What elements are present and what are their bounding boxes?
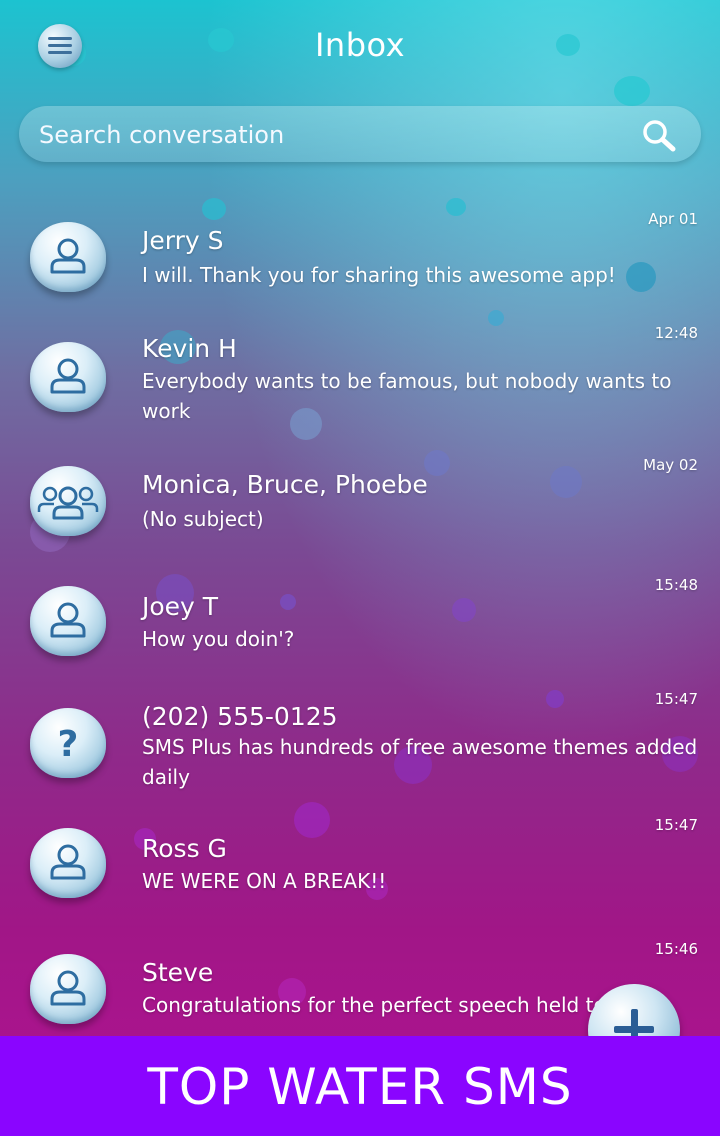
timestamp: Apr 01 [648, 210, 698, 228]
avatar [30, 954, 106, 1024]
timestamp: 15:47 [654, 690, 698, 708]
contact-name: Kevin H [142, 334, 237, 363]
timestamp: May 02 [643, 456, 698, 474]
search-icon [643, 120, 676, 152]
search-button[interactable] [641, 118, 677, 152]
promo-banner: TOP WATER SMS [0, 1036, 720, 1136]
person-icon [50, 844, 86, 880]
page-title: Inbox [314, 26, 406, 64]
message-preview: Congratulations for the perfect speech h… [142, 993, 606, 1017]
contact-name: Joey T [142, 592, 219, 621]
inbox-screen: Inbox Apr 01 Jerry S I will. Thank you f… [0, 0, 720, 1136]
timestamp: 15:48 [654, 576, 698, 594]
conversation-item[interactable]: Apr 01 Jerry S I will. Thank you for sha… [0, 196, 720, 314]
person-icon [50, 602, 86, 638]
contact-name: (202) 555-0125 [142, 702, 338, 731]
conversation-item[interactable]: 12:48 Kevin H Everybody wants to be famo… [0, 316, 720, 440]
person-icon [50, 358, 86, 394]
timestamp: 15:47 [654, 816, 698, 834]
avatar [30, 828, 106, 898]
app-header: Inbox [0, 0, 720, 96]
conversation-item[interactable]: 15:48 Joey T How you doin'? [0, 568, 720, 682]
search-input[interactable] [37, 114, 621, 156]
timestamp: 12:48 [654, 324, 698, 342]
avatar [30, 466, 106, 536]
contact-name: Ross G [142, 834, 227, 863]
avatar [30, 342, 106, 412]
contact-name: Monica, Bruce, Phoebe [142, 470, 428, 499]
group-icon [37, 486, 99, 520]
contact-name: Steve [142, 958, 214, 987]
avatar [30, 222, 106, 292]
conversation-item[interactable]: May 02 Monica, Bruce, Phoebe (No subject… [0, 446, 720, 564]
message-preview: SMS Plus has hundreds of free awesome th… [142, 735, 698, 789]
search-bar [19, 106, 701, 162]
svg-text:?: ? [58, 724, 79, 765]
unknown-contact-icon: ? [58, 724, 79, 765]
contact-name: Jerry S [142, 226, 224, 255]
message-preview: How you doin'? [142, 627, 295, 651]
promo-text: TOP WATER SMS [147, 1058, 573, 1116]
message-preview: WE WERE ON A BREAK!! [142, 869, 387, 893]
message-preview: I will. Thank you for sharing this aweso… [142, 263, 616, 287]
person-icon [50, 970, 86, 1006]
conversation-item[interactable]: ? 15:47 (202) 555-0125 SMS Plus has hund… [0, 686, 720, 816]
person-icon [50, 238, 86, 274]
avatar: ? [30, 708, 106, 778]
conversation-item[interactable]: 15:47 Ross G WE WERE ON A BREAK!! [0, 816, 720, 942]
message-preview: Everybody wants to be famous, but nobody… [142, 369, 672, 423]
timestamp: 15:46 [654, 940, 698, 958]
message-preview: (No subject) [142, 507, 264, 531]
avatar [30, 586, 106, 656]
